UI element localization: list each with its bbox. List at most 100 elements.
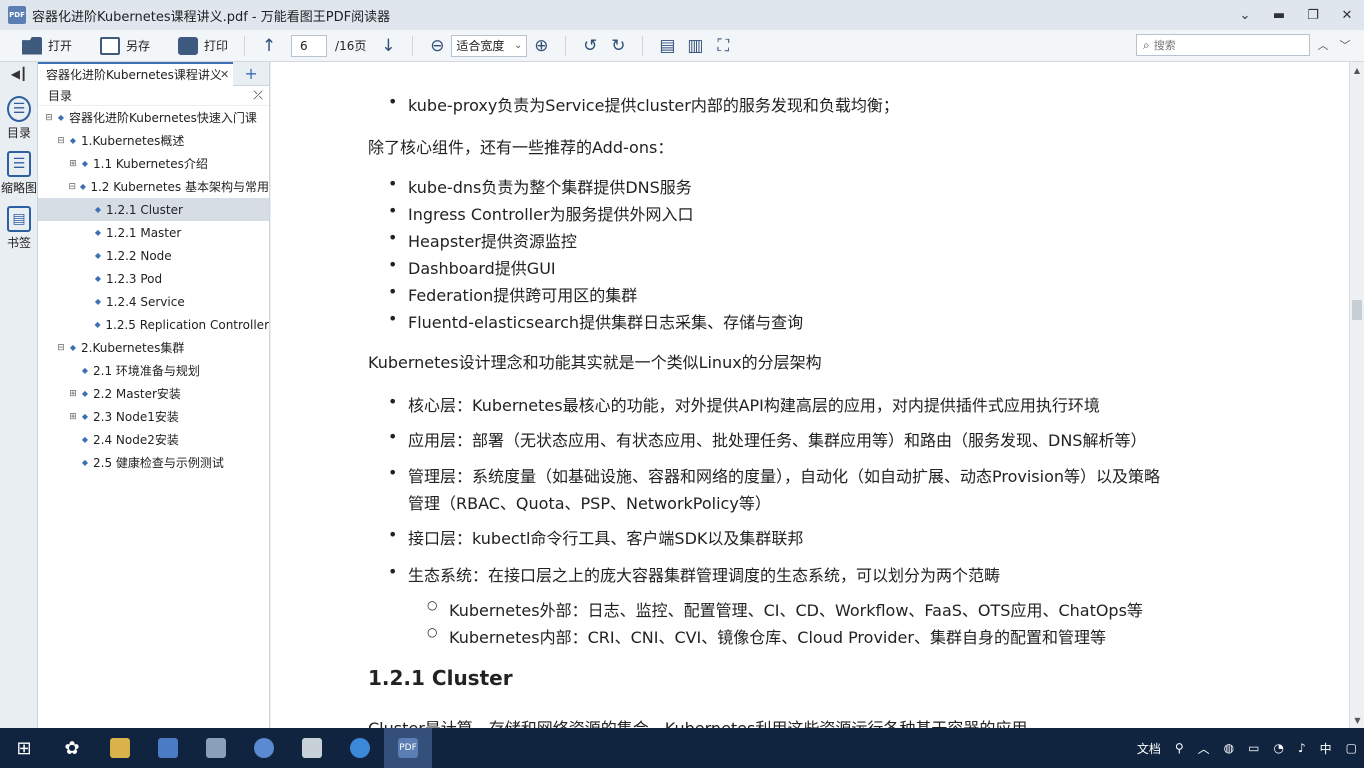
toc-bullet-icon: ◆ <box>94 251 102 260</box>
zoom-out-icon[interactable]: ⊖ <box>423 33 451 59</box>
scroll-thumb[interactable] <box>1352 300 1362 320</box>
chevron-down-icon[interactable]: ⌄ <box>1228 0 1262 30</box>
toc-item[interactable]: ◆ 1.2.3 Pod <box>38 267 269 290</box>
toc-item[interactable]: ◆ 1.2.1 Cluster <box>38 198 269 221</box>
toc-header: 目录 ⤫ <box>38 86 269 106</box>
list-item: 生态系统：在接口层之上的庞大容器集群管理调度的生态系统，可以划分为两个范畴 <box>388 562 1000 586</box>
toc-bullet-icon: ◆ <box>81 435 89 444</box>
toc-item[interactable]: ⊟ ◆ 1.2 Kubernetes 基本架构与常用 <box>38 175 269 198</box>
prev-page-icon[interactable]: ↑ <box>255 33 283 59</box>
toc-item[interactable]: ◆ 1.2.2 Node <box>38 244 269 267</box>
archive-app-icon[interactable] <box>192 728 240 768</box>
printer-icon <box>178 36 199 55</box>
add-tab-icon[interactable]: + <box>233 62 269 86</box>
open-label: 打开 <box>48 39 73 53</box>
scroll-up-icon[interactable]: ▲ <box>1350 62 1364 78</box>
rotate-left-icon[interactable]: ↺ <box>576 33 604 59</box>
windows-start-icon[interactable]: ⊞ <box>0 728 48 768</box>
network-icon[interactable]: ◍ <box>1224 741 1234 755</box>
fullscreen-icon[interactable]: ⛶ <box>709 33 737 59</box>
close-button[interactable]: ✕ <box>1330 0 1364 30</box>
print-button[interactable]: 打印 <box>172 33 234 59</box>
toc-item-label: 1.1 Kubernetes介绍 <box>93 157 208 171</box>
collapse-icon[interactable]: ⊟ <box>56 343 66 353</box>
browser-icon[interactable] <box>240 728 288 768</box>
minimize-button[interactable]: ▬ <box>1262 0 1296 30</box>
pdf-reader-taskbar-button[interactable]: PDF <box>384 728 432 768</box>
toc-bullet-icon: ◆ <box>81 159 89 168</box>
pdf-app-icon: PDF <box>398 738 418 758</box>
tray-doc-label[interactable]: 文档 <box>1137 740 1161 757</box>
list-item: 应用层：部署（无状态应用、有状态应用、批处理任务、集群应用等）和路由（服务发现、… <box>388 427 1146 451</box>
editor-app-icon[interactable] <box>288 728 336 768</box>
toc-item[interactable]: ⊞ ◆ 2.3 Node1安装 <box>38 405 269 428</box>
save-as-button[interactable]: 另存 <box>94 33 156 59</box>
toc-item[interactable]: ◆ 2.4 Node2安装 <box>38 428 269 451</box>
thumbnails-panel-label: 缩略图 <box>0 181 37 195</box>
toc-item-label: 1.2.4 Service <box>106 294 185 309</box>
document-viewer[interactable]: kube-proxy负责为Service提供cluster内部的服务发现和负载均… <box>271 62 1349 728</box>
toc-item[interactable]: ⊟ ◆ 容器化进阶Kubernetes快速入门课 <box>38 106 269 129</box>
collapse-icon[interactable]: ⊟ <box>56 136 66 146</box>
double-page-icon[interactable]: ▥ <box>681 33 709 59</box>
vertical-scrollbar[interactable]: ▲ ▼ <box>1349 62 1364 728</box>
volume-icon[interactable]: ♪ <box>1298 741 1306 755</box>
thumbnails-panel-button[interactable]: ☰ 缩略图 <box>0 151 38 196</box>
thumbnail-icon: ☰ <box>7 151 31 177</box>
rotate-right-icon[interactable]: ↻ <box>604 33 632 59</box>
search-input[interactable]: ⌕ 搜索 <box>1136 34 1310 56</box>
battery-icon[interactable]: ▭ <box>1248 741 1259 755</box>
page-number-input[interactable]: 6 <box>291 34 328 57</box>
close-icon[interactable]: ⤫ <box>253 88 263 103</box>
expand-icon[interactable]: ⊞ <box>68 159 78 169</box>
toc-sidebar: 容器化进阶Kubernetes课程讲义 ✕ + 目录 ⤫ ⊟ ◆ 容器化进阶Kube… <box>38 61 270 728</box>
document-tab[interactable]: 容器化进阶Kubernetes课程讲义 ✕ <box>38 61 234 86</box>
toc-bullet-icon: ◆ <box>94 320 101 329</box>
restore-button[interactable]: ❐ <box>1296 0 1330 30</box>
toc-item-label: 1.Kubernetes概述 <box>81 134 185 148</box>
search-next-icon[interactable]: ﹀ <box>1334 34 1356 56</box>
security-app-icon[interactable] <box>144 728 192 768</box>
search-prev-icon[interactable]: ︿ <box>1312 34 1334 56</box>
list-item: Heapster提供资源监控 <box>388 228 577 252</box>
toc-item[interactable]: ⊞ ◆ 2.2 Master安装 <box>38 382 269 405</box>
people-icon[interactable]: ⚲ <box>1175 741 1184 755</box>
toc-item[interactable]: ◆ 1.2.4 Service <box>38 290 269 313</box>
toc-item[interactable]: ◆ 1.2.1 Master <box>38 221 269 244</box>
expand-icon[interactable]: ⊞ <box>68 412 78 422</box>
zoom-in-icon[interactable]: ⊕ <box>527 33 555 59</box>
chevron-up-icon[interactable]: ︿ <box>1198 740 1210 757</box>
toc-item[interactable]: ◆ 2.5 健康检查与示例测试 <box>38 451 269 474</box>
collapse-icon[interactable]: ⊟ <box>44 113 54 123</box>
toc-item[interactable]: ◆ 2.1 环境准备与规划 <box>38 359 269 382</box>
toc-item-label: 1.2.2 Node <box>106 248 172 263</box>
sub-list-item: Kubernetes外部：日志、监控、配置管理、CI、CD、Workflow、F… <box>427 597 1143 621</box>
collapse-icon[interactable]: ⊟ <box>68 182 77 192</box>
next-page-icon[interactable]: ↓ <box>374 33 402 59</box>
file-explorer-icon[interactable] <box>96 728 144 768</box>
system-tray: 文档 ⚲ ︿ ◍ ▭ ◔ ♪ 中 ▢ <box>1130 728 1364 768</box>
toc-item[interactable]: ⊟ ◆ 1.Kubernetes概述 <box>38 129 269 152</box>
ie-browser-icon[interactable] <box>336 728 384 768</box>
app-fan-icon[interactable]: ✿ <box>48 728 96 768</box>
wifi-icon[interactable]: ◔ <box>1273 741 1283 755</box>
close-icon[interactable]: ✕ <box>220 68 229 81</box>
toc-item-label: 1.2 Kubernetes 基本架构与常用 <box>90 180 269 194</box>
zoom-select[interactable]: 适合宽度 ⌄ <box>451 34 528 57</box>
single-page-icon[interactable]: ▤ <box>653 33 681 59</box>
toc-item[interactable]: ◆ 1.2.5 Replication Controller <box>38 313 269 336</box>
collapse-sidebar-icon[interactable]: ◀┃ <box>0 62 38 86</box>
scroll-down-icon[interactable]: ▼ <box>1350 712 1364 728</box>
toc-bullet-icon: ◆ <box>94 205 102 214</box>
toc-panel-button[interactable]: ☰ 目录 <box>0 96 38 141</box>
open-button[interactable]: 打开 <box>16 33 78 59</box>
sub-list-item: Kubernetes内部：CRI、CNI、CVI、镜像仓库、Cloud Prov… <box>427 624 1106 648</box>
toc-item[interactable]: ⊞ ◆ 1.1 Kubernetes介绍 <box>38 152 269 175</box>
expand-icon[interactable]: ⊞ <box>68 389 78 399</box>
bookmarks-panel-button[interactable]: ▤ 书签 <box>0 206 38 251</box>
notification-icon[interactable]: ▢ <box>1346 741 1357 755</box>
ime-indicator[interactable]: 中 <box>1320 740 1332 757</box>
save-as-label: 另存 <box>126 39 151 53</box>
toc-bullet-icon: ◆ <box>94 228 102 237</box>
toc-item[interactable]: ⊟ ◆ 2.Kubernetes集群 <box>38 336 269 359</box>
